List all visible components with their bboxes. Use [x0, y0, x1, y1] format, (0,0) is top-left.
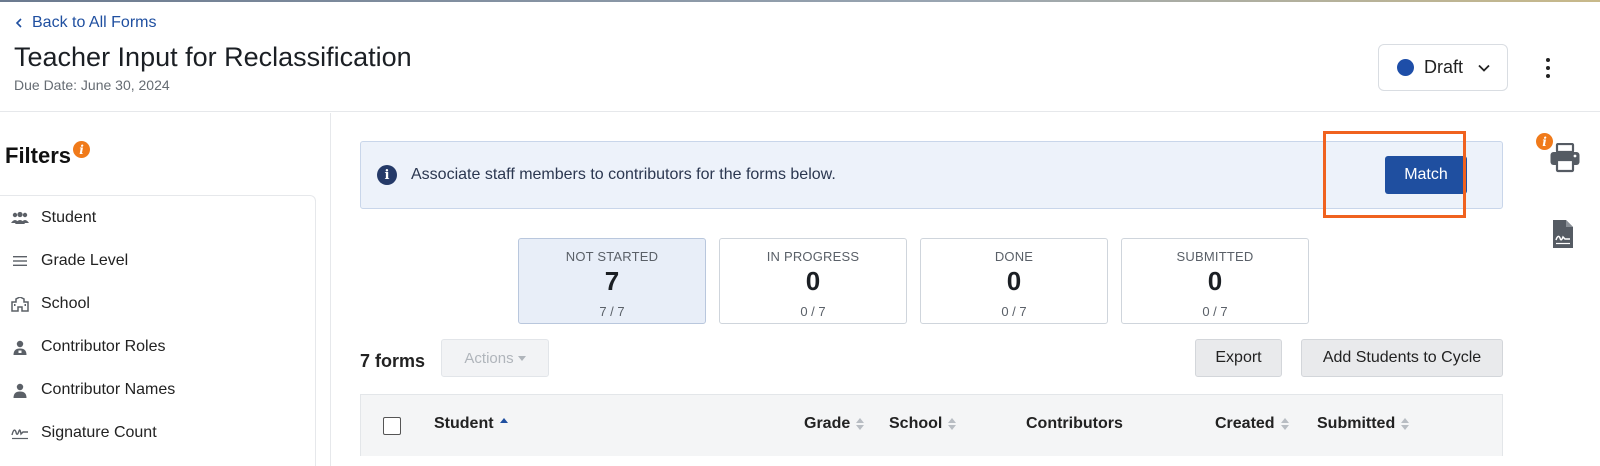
stat-count: 7	[604, 266, 620, 296]
status-dropdown[interactable]: Draft	[1378, 44, 1508, 91]
filter-item-label: Contributor Roles	[41, 338, 166, 355]
chevron-left-icon	[15, 18, 22, 28]
filters-sidebar: Filters i Student Grade Level School Con…	[0, 113, 331, 466]
actions-label: Actions	[464, 349, 514, 367]
column-header-student[interactable]: Student	[434, 415, 508, 433]
column-label: Grade	[804, 415, 851, 432]
match-highlight-box	[1323, 131, 1466, 218]
stat-fraction: 0 / 7	[800, 304, 826, 319]
column-header-contributors: Contributors	[1026, 415, 1123, 433]
sort-ascending-icon	[499, 418, 508, 430]
stat-card-submitted[interactable]: SUBMITTED 0 0 / 7	[1121, 238, 1309, 324]
page-header: Back to All Forms Teacher Input for Recl…	[0, 2, 1600, 112]
stat-label: IN PROGRESS	[766, 249, 860, 264]
stat-label: NOT STARTED	[565, 249, 659, 264]
status-dot-icon	[1397, 59, 1414, 76]
stat-count: 0	[805, 266, 821, 296]
stat-fraction: 0 / 7	[1001, 304, 1027, 319]
filter-item-grade-level[interactable]: Grade Level	[0, 249, 128, 273]
banner-text: Associate staff members to contributors …	[411, 166, 836, 183]
filter-item-student[interactable]: Student	[0, 206, 96, 230]
export-button[interactable]: Export	[1195, 339, 1282, 377]
forms-count: 7 forms	[360, 351, 426, 371]
main-content: i Associate staff members to contributor…	[331, 113, 1531, 466]
filter-item-school[interactable]: School	[0, 292, 90, 316]
column-header-grade[interactable]: Grade	[804, 415, 865, 433]
filters-info-icon[interactable]: i	[73, 141, 91, 158]
column-header-submitted[interactable]: Submitted	[1317, 415, 1410, 433]
person-badge-icon	[10, 338, 30, 356]
sort-icon	[948, 418, 957, 430]
stat-card-not-started[interactable]: NOT STARTED 7 7 / 7	[518, 238, 706, 324]
column-label: Submitted	[1317, 415, 1396, 432]
status-label: Draft	[1424, 57, 1464, 77]
filter-item-signature-count[interactable]: Signature Count	[0, 421, 157, 445]
signature-icon	[10, 424, 30, 442]
more-options-icon[interactable]	[1538, 54, 1558, 82]
filter-item-contributor-roles[interactable]: Contributor Roles	[0, 335, 166, 359]
stat-card-in-progress[interactable]: IN PROGRESS 0 0 / 7	[719, 238, 907, 324]
column-label: Student	[434, 415, 494, 432]
filter-item-label: Student	[41, 209, 97, 226]
stat-label: SUBMITTED	[1176, 249, 1254, 264]
column-label: School	[889, 415, 943, 432]
select-all-checkbox[interactable]	[383, 417, 401, 435]
sort-icon	[1280, 418, 1289, 430]
filter-item-contributor-names[interactable]: Contributor Names	[0, 378, 175, 402]
filter-item-label: Grade Level	[41, 252, 129, 269]
document-signature-icon[interactable]	[1551, 219, 1575, 249]
info-icon: i	[377, 165, 397, 185]
column-label: Created	[1215, 415, 1275, 432]
school-icon	[10, 295, 30, 313]
table-header: Student Grade School Contributors Create…	[360, 394, 1503, 456]
sort-icon	[1401, 418, 1410, 430]
printer-icon[interactable]	[1549, 143, 1581, 173]
caret-down-icon	[517, 355, 526, 361]
column-header-created[interactable]: Created	[1215, 415, 1289, 433]
filters-heading: Filters i	[5, 141, 91, 169]
stat-fraction: 7 / 7	[599, 304, 625, 319]
lines-icon	[10, 252, 30, 270]
filter-item-label: Contributor Names	[41, 381, 176, 398]
stat-fraction: 0 / 7	[1202, 304, 1228, 319]
filters-title: Filters	[5, 143, 72, 168]
due-date: Due Date: June 30, 2024	[14, 77, 170, 93]
add-students-to-cycle-button[interactable]: Add Students to Cycle	[1301, 339, 1503, 377]
actions-button: Actions	[441, 339, 549, 377]
sort-icon	[856, 418, 865, 430]
person-icon	[10, 381, 30, 399]
right-rail: i	[1531, 113, 1600, 466]
back-to-all-forms-link[interactable]: Back to All Forms	[14, 14, 156, 32]
people-icon	[10, 209, 30, 227]
filter-list: Student Grade Level School Contributor R…	[0, 195, 316, 466]
stat-count: 0	[1006, 266, 1022, 296]
back-link-label: Back to All Forms	[32, 14, 157, 31]
filter-item-label: Signature Count	[41, 424, 157, 441]
stat-label: DONE	[994, 249, 1034, 264]
stat-count: 0	[1207, 266, 1223, 296]
column-label: Contributors	[1026, 415, 1123, 432]
page-title: Teacher Input for Reclassification	[14, 42, 412, 72]
stat-card-done[interactable]: DONE 0 0 / 7	[920, 238, 1108, 324]
filter-item-label: School	[41, 295, 90, 312]
column-header-school[interactable]: School	[889, 415, 957, 433]
chevron-down-icon	[1478, 64, 1490, 72]
